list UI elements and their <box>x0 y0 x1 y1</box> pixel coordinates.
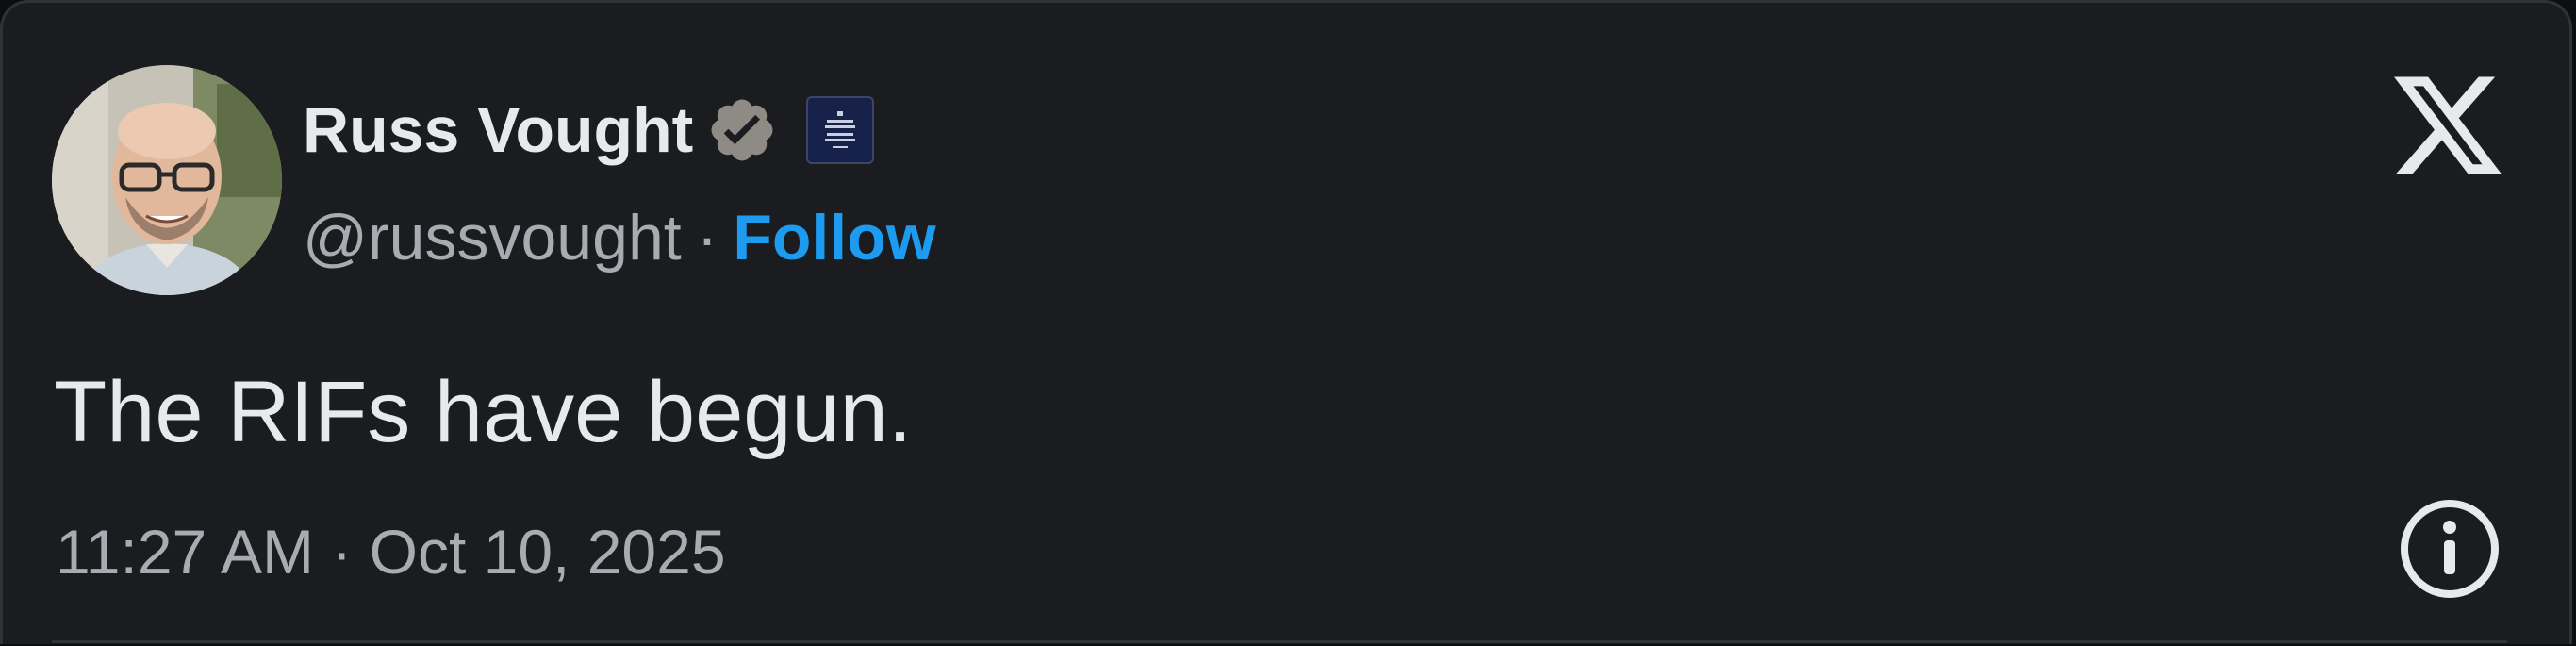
author-handle-row: @russvought · Follow <box>303 195 936 280</box>
avatar[interactable] <box>52 65 282 295</box>
author-handle[interactable]: @russvought <box>303 195 682 280</box>
avatar-image <box>52 65 282 295</box>
divider <box>52 640 2507 643</box>
info-icon[interactable] <box>2398 497 2502 601</box>
separator-dot: · <box>696 202 718 273</box>
verified-badge-icon <box>711 99 773 161</box>
author-display-name[interactable]: Russ Vought <box>303 90 693 171</box>
tweet-card: Russ Vought @russvought · Follow The RIF… <box>0 0 2572 644</box>
follow-button[interactable]: Follow <box>733 195 935 280</box>
author-name-row: Russ Vought <box>303 90 875 171</box>
x-logo-icon[interactable] <box>2394 76 2502 174</box>
white-house-badge[interactable] <box>806 96 875 164</box>
white-house-badge-icon <box>825 111 856 148</box>
tweet-timestamp[interactable]: 11:27 AM · Oct 10, 2025 <box>56 512 726 591</box>
tweet-text: The RIFs have begun. <box>54 364 913 460</box>
